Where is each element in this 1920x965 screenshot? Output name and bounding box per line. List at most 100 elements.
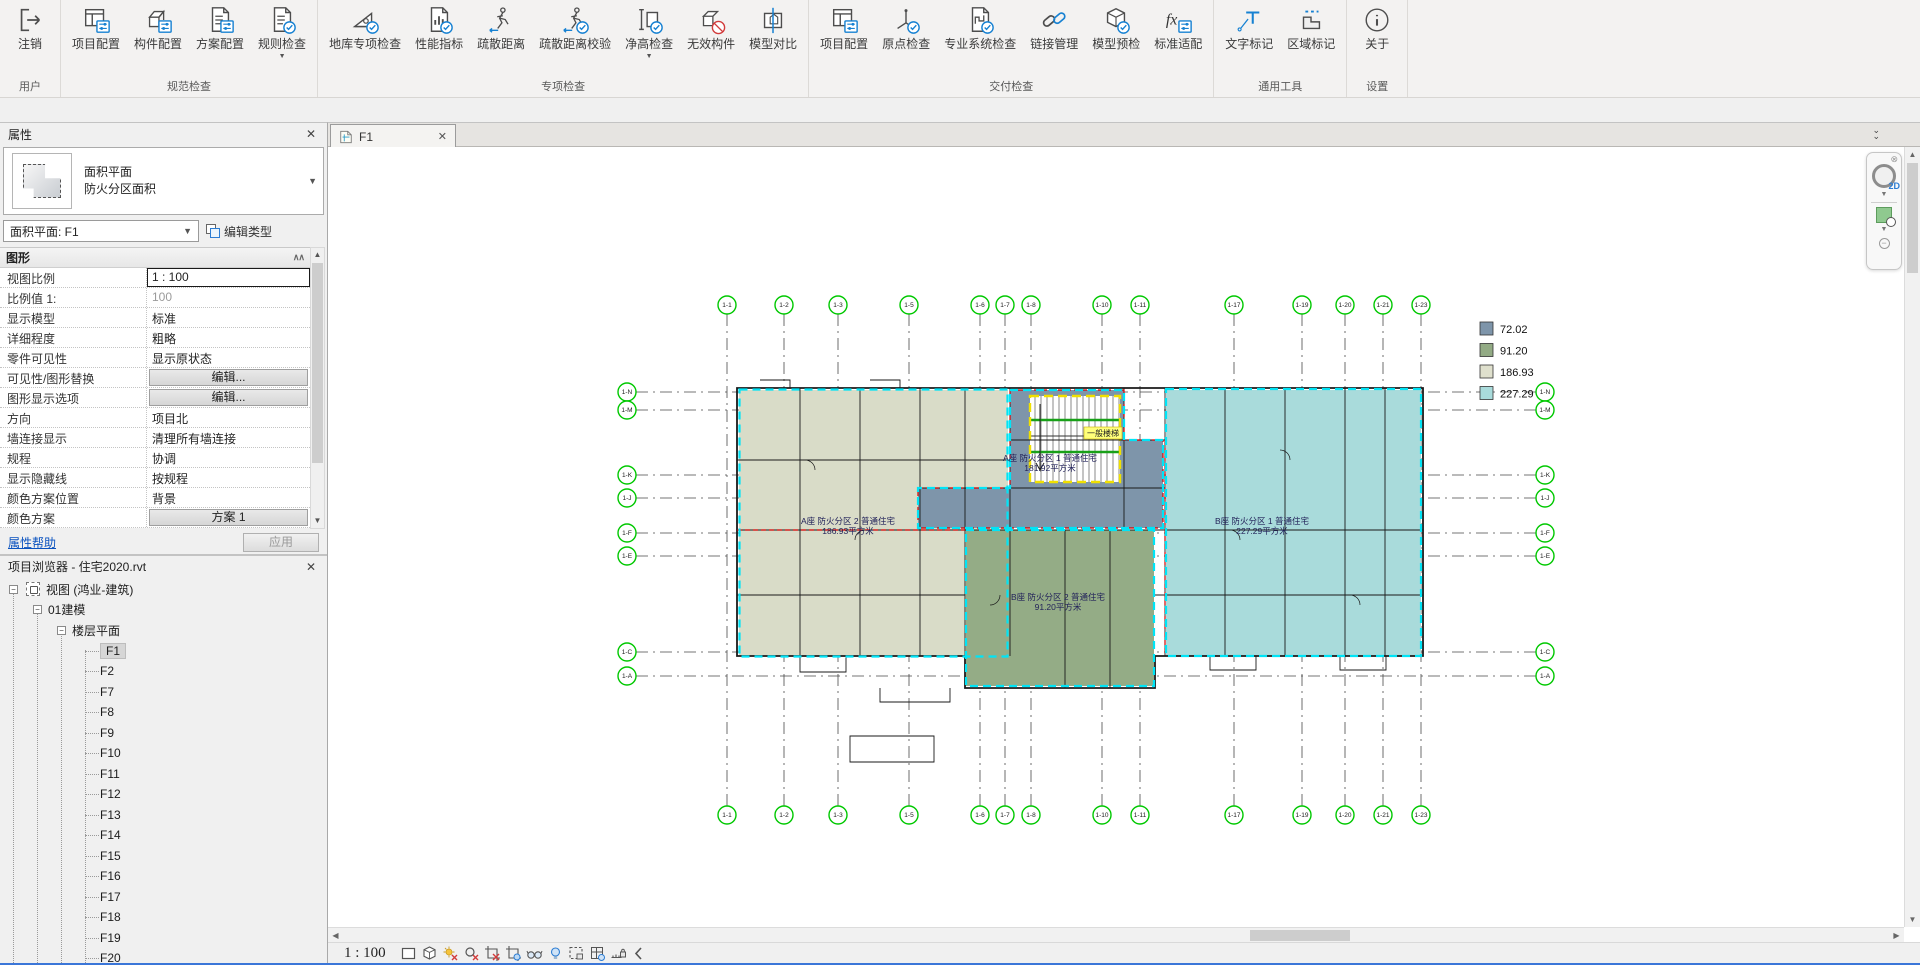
tab-close-icon[interactable]: ✕	[438, 130, 447, 143]
tree-floor-F12[interactable]: F12	[0, 784, 327, 805]
edit-type-button[interactable]: 编辑类型	[205, 223, 272, 240]
vertical-scrollbar[interactable]: ▲ ▼	[1904, 147, 1920, 927]
reveal-hidden-icon[interactable]	[547, 945, 564, 962]
scroll-up-icon[interactable]: ▲	[311, 248, 324, 262]
tree-expand-icon[interactable]: −	[57, 626, 66, 635]
detail-level-icon[interactable]	[400, 945, 417, 962]
ribbon-button-净高检查[interactable]: 净高检查▼	[618, 2, 680, 61]
tree-floor-F16[interactable]: F16	[0, 866, 327, 887]
navbar-dropdown-icon[interactable]: ▼	[1881, 191, 1888, 198]
project-browser-close-icon[interactable]: ✕	[303, 560, 319, 574]
ribbon-button-关于[interactable]: 关于	[1351, 2, 1403, 51]
sun-path-off-icon[interactable]	[442, 945, 459, 962]
property-button[interactable]: 方案 1	[149, 509, 308, 526]
property-value[interactable]: 粗略	[147, 328, 310, 347]
scroll-right-icon[interactable]: ▶	[1889, 928, 1904, 943]
ribbon-collapse-icon[interactable]: ⌄⌄	[1872, 127, 1880, 139]
ribbon-button-专业系统检查[interactable]: 专业系统检查	[937, 2, 1023, 51]
ribbon-button-方案配置[interactable]: 方案配置	[189, 2, 251, 51]
ribbon-button-模型预检[interactable]: 模型预检	[1085, 2, 1147, 51]
property-value[interactable]: 协调	[147, 448, 310, 467]
ribbon-button-区域标记[interactable]: 区域标记	[1280, 2, 1342, 51]
apply-button[interactable]: 应用	[243, 533, 319, 552]
tree-group-01[interactable]: −01建模	[0, 600, 327, 621]
tree-floor-F8[interactable]: F8	[0, 702, 327, 723]
ribbon-button-文字标记[interactable]: 文字标记	[1218, 2, 1280, 51]
tree-floor-F18[interactable]: F18	[0, 907, 327, 928]
property-button[interactable]: 编辑...	[149, 389, 308, 406]
scroll-down-icon[interactable]: ▼	[311, 514, 324, 528]
area-tag[interactable]: A座 防火分区 1 普通住宅	[1003, 453, 1097, 463]
ribbon-button-注销[interactable]: 注销	[4, 2, 56, 51]
tree-expand-icon[interactable]: −	[33, 605, 42, 614]
type-selector-dropdown-icon[interactable]: ▼	[308, 176, 317, 186]
tree-floor-F19[interactable]: F19	[0, 928, 327, 949]
tree-floor-F7[interactable]: F7	[0, 682, 327, 703]
tree-floor-F10[interactable]: F10	[0, 743, 327, 764]
property-value[interactable]: 1 : 100	[147, 268, 310, 287]
ribbon-button-无效构件[interactable]: 无效构件	[680, 2, 742, 51]
tree-expand-icon[interactable]: −	[9, 585, 18, 594]
scroll-left-icon[interactable]: ◀	[328, 928, 343, 943]
ribbon-button-规则检查[interactable]: 规则检查▼	[251, 2, 313, 61]
ribbon-button-项目配置[interactable]: 项目配置	[65, 2, 127, 51]
navigation-bar[interactable]: ⊗ ▼ ▼ −	[1866, 152, 1902, 270]
property-value[interactable]: 编辑...	[147, 368, 310, 387]
property-value[interactable]: 方案 1	[147, 508, 310, 527]
analytical-model-icon[interactable]	[589, 945, 606, 962]
show-crop-icon[interactable]	[505, 945, 522, 962]
property-grid-scrollbar[interactable]: ▲ ▼	[310, 247, 325, 529]
ribbon-button-项目配置[interactable]: 项目配置	[813, 2, 875, 51]
property-value[interactable]: 按规程	[147, 468, 310, 487]
ribbon-button-标准适配[interactable]: fx标准适配	[1147, 2, 1209, 51]
ribbon-button-模型对比[interactable]: 模型对比	[742, 2, 804, 51]
properties-close-icon[interactable]: ✕	[303, 127, 319, 141]
instance-combo[interactable]: 面积平面: F1 ▼	[3, 220, 199, 242]
property-value[interactable]: 项目北	[147, 408, 310, 427]
area-tag[interactable]: A座 防火分区 2 普通住宅	[801, 516, 895, 526]
property-value[interactable]: 背景	[147, 488, 310, 507]
property-value[interactable]: 标准	[147, 308, 310, 327]
tree-floor-F14[interactable]: F14	[0, 825, 327, 846]
steering-wheel-2d-icon[interactable]	[1872, 164, 1896, 188]
ribbon-button-构件配置[interactable]: 构件配置	[127, 2, 189, 51]
view-scale[interactable]: 1 : 100	[344, 945, 386, 962]
navbar-close-icon[interactable]: ⊗	[1890, 155, 1898, 164]
ribbon-button-疏散距离校验[interactable]: 疏散距离校验	[532, 2, 618, 51]
tree-floor-F1[interactable]: F1	[0, 641, 327, 662]
area-tag[interactable]: B座 防火分区 1 普通住宅	[1215, 516, 1309, 526]
drawing-canvas[interactable]: 1-11-11-21-21-31-31-51-51-61-61-71-71-81…	[328, 147, 1920, 965]
tree-floor-F13[interactable]: F13	[0, 805, 327, 826]
properties-help-link[interactable]: 属性帮助	[8, 534, 56, 551]
tree-category-floor-plans[interactable]: −楼层平面	[0, 620, 327, 641]
section-collapse-icon[interactable]: ∧∧	[293, 252, 304, 263]
type-selector[interactable]: 面积平面 防火分区面积 ▼	[3, 147, 324, 215]
vertical-scroll-thumb[interactable]	[1907, 163, 1918, 273]
property-value[interactable]: 显示原状态	[147, 348, 310, 367]
area-tag[interactable]: B座 防火分区 2 普通住宅	[1011, 592, 1105, 602]
section-header-graphics[interactable]: 图形∧∧	[0, 248, 310, 268]
reveal-constraints-icon[interactable]	[610, 945, 627, 962]
ribbon-button-疏散距离[interactable]: 疏散距离	[470, 2, 532, 51]
property-value[interactable]: 编辑...	[147, 388, 310, 407]
tree-floor-F2[interactable]: F2	[0, 661, 327, 682]
zoom-region-icon[interactable]	[1876, 207, 1892, 223]
temporary-view-properties-icon[interactable]	[568, 945, 585, 962]
ribbon-button-原点检查[interactable]: 原点检查	[875, 2, 937, 51]
scroll-down-icon[interactable]: ▼	[1905, 912, 1920, 927]
tree-floor-F17[interactable]: F17	[0, 887, 327, 908]
collapse-icon[interactable]	[631, 945, 648, 962]
visual-style-icon[interactable]	[421, 945, 438, 962]
navbar-minimize-icon[interactable]: −	[1879, 238, 1890, 249]
temporary-hide-isolate-icon[interactable]	[526, 945, 543, 962]
ribbon-button-性能指标[interactable]: 性能指标	[408, 2, 470, 51]
view-tab-f1[interactable]: F1 ✕	[330, 124, 456, 148]
property-value[interactable]: 清理所有墙连接	[147, 428, 310, 447]
tree-floor-F15[interactable]: F15	[0, 846, 327, 867]
tree-root-views[interactable]: −视图 (鸿业-建筑)	[0, 579, 327, 600]
tree-floor-F9[interactable]: F9	[0, 723, 327, 744]
crop-view-off-icon[interactable]	[484, 945, 501, 962]
horizontal-scroll-thumb[interactable]	[1250, 930, 1350, 941]
scroll-up-icon[interactable]: ▲	[1905, 147, 1920, 162]
property-button[interactable]: 编辑...	[149, 369, 308, 386]
